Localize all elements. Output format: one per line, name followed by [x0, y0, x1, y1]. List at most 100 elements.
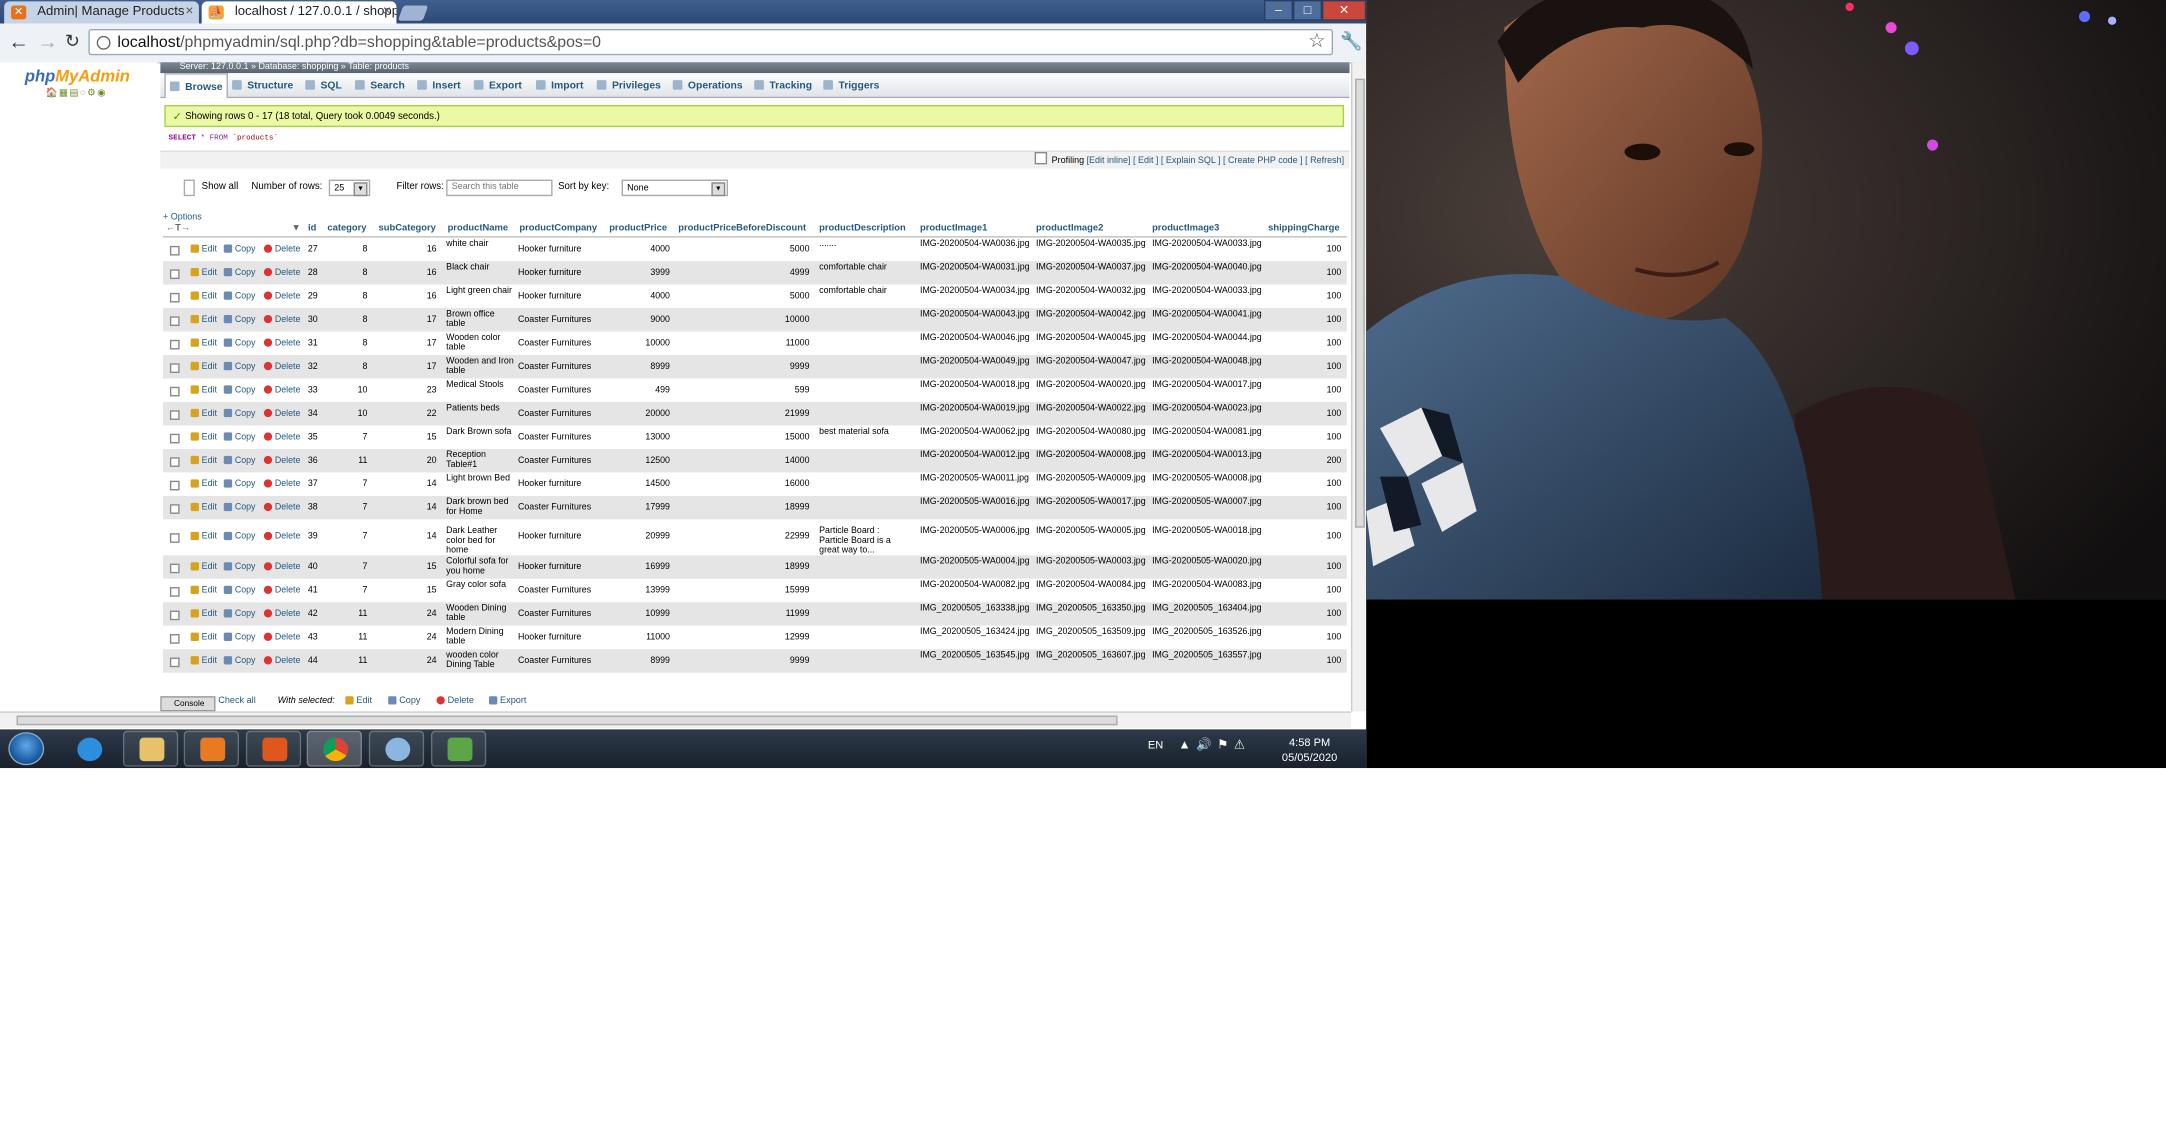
- copy-link[interactable]: Copy: [223, 291, 255, 301]
- pma-nav-icons[interactable]: 🏠▦▤◌⚙◉: [46, 87, 107, 98]
- delete-link[interactable]: Delete: [263, 531, 300, 542]
- row-checkbox[interactable]: [169, 587, 180, 597]
- col-productimage1[interactable]: productImage1: [920, 224, 987, 234]
- options-toggle[interactable]: + Options: [163, 213, 202, 223]
- tab-import[interactable]: Import: [535, 73, 583, 96]
- spreadsheet-button[interactable]: [430, 730, 487, 767]
- close-tab-icon[interactable]: ×: [185, 1, 193, 23]
- sort-by-key-select[interactable]: None ▼: [621, 179, 728, 197]
- bulk-edit-button[interactable]: Edit: [345, 691, 372, 712]
- copy-link[interactable]: Copy: [223, 656, 255, 666]
- tab-structure[interactable]: Structure: [232, 73, 293, 96]
- row-checkbox[interactable]: [169, 433, 180, 444]
- number-of-rows-select[interactable]: 25 ▼: [328, 179, 371, 197]
- forward-arrow-icon[interactable]: →: [37, 30, 58, 53]
- filter-rows-input[interactable]: [446, 179, 553, 197]
- edit-link[interactable]: Edit: [190, 361, 217, 372]
- breadcrumb[interactable]: Server: 127.0.0.1 » Database: shopping »…: [160, 62, 1350, 74]
- edit-link[interactable]: Edit: [190, 479, 217, 489]
- copy-link[interactable]: Copy: [223, 244, 255, 254]
- copy-link[interactable]: Copy: [223, 632, 255, 642]
- phpmyadmin-logo[interactable]: phpMyAdmin: [25, 66, 130, 85]
- row-checkbox[interactable]: [169, 410, 180, 420]
- col-productpricebeforediscount[interactable]: productPriceBeforeDiscount: [678, 224, 806, 234]
- delete-link[interactable]: Delete: [263, 609, 300, 619]
- scroll-thumb[interactable]: [1355, 78, 1365, 528]
- edit-link[interactable]: Edit: [190, 531, 217, 542]
- delete-link[interactable]: Delete: [263, 361, 300, 372]
- copy-link[interactable]: Copy: [223, 408, 255, 419]
- tab-sql[interactable]: SQL: [305, 73, 342, 96]
- edit-link[interactable]: Edit: [190, 562, 217, 572]
- delete-link[interactable]: Delete: [263, 432, 300, 442]
- reload-icon[interactable]: ↻: [65, 30, 80, 52]
- col-subcategory[interactable]: subCategory: [378, 224, 435, 234]
- delete-link[interactable]: Delete: [263, 408, 300, 419]
- copy-link[interactable]: Copy: [223, 455, 255, 466]
- tab-privileges[interactable]: Privileges: [596, 73, 661, 96]
- col-productname[interactable]: productName: [448, 224, 509, 234]
- tab-insert[interactable]: Insert: [417, 73, 461, 96]
- edit-link[interactable]: Edit: [190, 291, 217, 301]
- delete-link[interactable]: Delete: [263, 632, 300, 642]
- horizontal-scrollbar[interactable]: [0, 711, 1351, 728]
- tab-triggers[interactable]: Triggers: [823, 73, 879, 96]
- row-checkbox[interactable]: [169, 657, 180, 668]
- edit-link[interactable]: Edit: [190, 609, 217, 619]
- maximize-icon[interactable]: □: [1292, 0, 1322, 21]
- copy-link[interactable]: Copy: [223, 502, 255, 512]
- delete-link[interactable]: Delete: [263, 656, 300, 666]
- sort-arrows-icon[interactable]: ←T→: [166, 224, 191, 234]
- media-player-button[interactable]: [183, 730, 239, 767]
- row-checkbox[interactable]: [169, 610, 180, 621]
- vertical-scrollbar[interactable]: [1350, 62, 1367, 712]
- edit-link[interactable]: Edit: [190, 432, 217, 442]
- delete-link[interactable]: Delete: [263, 479, 300, 489]
- copy-link[interactable]: Copy: [223, 609, 255, 619]
- tray-icons[interactable]: ▲🔊⚑⚠: [1178, 738, 1250, 753]
- xampp-button[interactable]: [245, 730, 302, 767]
- tab-phpmyadmin[interactable]: ⛵ localhost / 127.0.0.1 / shopp ×: [201, 1, 397, 24]
- row-checkbox[interactable]: [169, 292, 180, 303]
- col-productimage2[interactable]: productImage2: [1036, 224, 1103, 234]
- clock[interactable]: 4:58 PM 05/05/2020: [1282, 735, 1337, 765]
- row-checkbox[interactable]: [169, 339, 180, 350]
- tab-browse[interactable]: Browse: [164, 73, 229, 99]
- bulk-export-button[interactable]: Export: [489, 691, 526, 712]
- profiling-checkbox[interactable]: [1035, 151, 1048, 165]
- edit-link[interactable]: Edit: [190, 338, 217, 348]
- copy-link[interactable]: Copy: [223, 338, 255, 348]
- edit-link[interactable]: Edit: [190, 267, 217, 278]
- row-checkbox[interactable]: [169, 634, 180, 644]
- edit-link[interactable]: Edit: [190, 632, 217, 642]
- copy-link[interactable]: Copy: [223, 531, 255, 542]
- copy-link[interactable]: Copy: [223, 385, 255, 395]
- bulk-copy-button[interactable]: Copy: [388, 691, 421, 712]
- row-checkbox[interactable]: [169, 533, 180, 543]
- scroll-thumb[interactable]: [16, 715, 1118, 726]
- delete-link[interactable]: Delete: [263, 585, 300, 595]
- edit-link[interactable]: Edit: [190, 455, 217, 466]
- back-arrow-icon[interactable]: ←: [8, 30, 29, 53]
- internet-explorer-button[interactable]: [61, 731, 116, 767]
- edit-link[interactable]: Edit: [190, 656, 217, 666]
- delete-link[interactable]: Delete: [263, 244, 300, 254]
- delete-link[interactable]: Delete: [263, 291, 300, 301]
- row-checkbox[interactable]: [169, 386, 180, 397]
- tab-tracking[interactable]: Tracking: [754, 73, 812, 96]
- delete-link[interactable]: Delete: [263, 267, 300, 278]
- col-productdescription[interactable]: productDescription: [819, 224, 906, 234]
- query-links[interactable]: [Edit inline] [ Edit ] [ Explain SQL ] […: [1087, 156, 1345, 166]
- tab-operations[interactable]: Operations: [672, 73, 743, 96]
- wrench-icon[interactable]: 🔧: [1340, 30, 1362, 52]
- row-checkbox[interactable]: [169, 480, 180, 491]
- copy-link[interactable]: Copy: [223, 314, 255, 325]
- row-checkbox[interactable]: [169, 457, 180, 467]
- tab-export[interactable]: Export: [473, 73, 522, 96]
- show-all-checkbox[interactable]: [183, 179, 195, 197]
- bookmark-star-icon[interactable]: ☆: [1308, 29, 1325, 52]
- row-checkbox[interactable]: [169, 563, 180, 574]
- delete-link[interactable]: Delete: [263, 562, 300, 572]
- tab-admin-manage-products[interactable]: ✕ Admin| Manage Products ×: [4, 1, 199, 24]
- col-productprice[interactable]: productPrice: [609, 224, 667, 234]
